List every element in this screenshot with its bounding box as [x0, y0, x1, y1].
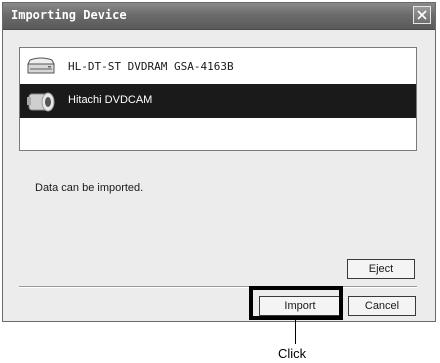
window-title: Importing Device — [11, 8, 127, 22]
list-item-dvd-drive[interactable]: HL-DT-ST DVDRAM GSA-4163B — [20, 50, 416, 84]
title-bar: Importing Device — [3, 3, 435, 30]
callout-line — [295, 320, 296, 344]
close-button[interactable] — [413, 6, 431, 24]
cancel-button[interactable]: Cancel — [348, 296, 416, 316]
device-list[interactable]: HL-DT-ST DVDRAM GSA-4163B Hitachi DVDCAM — [19, 47, 417, 151]
list-item-label: Hitachi DVDCAM — [68, 94, 153, 106]
camcorder-icon — [27, 92, 55, 112]
list-item-label: HL-DT-ST DVDRAM GSA-4163B — [68, 60, 234, 73]
close-icon — [417, 10, 427, 20]
status-message: Data can be imported. — [35, 182, 144, 194]
list-item-camcorder[interactable]: Hitachi DVDCAM — [20, 84, 416, 118]
dvd-drive-icon — [27, 57, 55, 74]
importing-device-dialog: Importing Device HL-DT-ST DVDRAM GSA-416… — [2, 2, 436, 322]
divider — [19, 286, 417, 288]
callout-label: Click — [278, 346, 307, 361]
import-highlight-box — [249, 286, 343, 320]
eject-button[interactable]: Eject — [347, 259, 415, 279]
